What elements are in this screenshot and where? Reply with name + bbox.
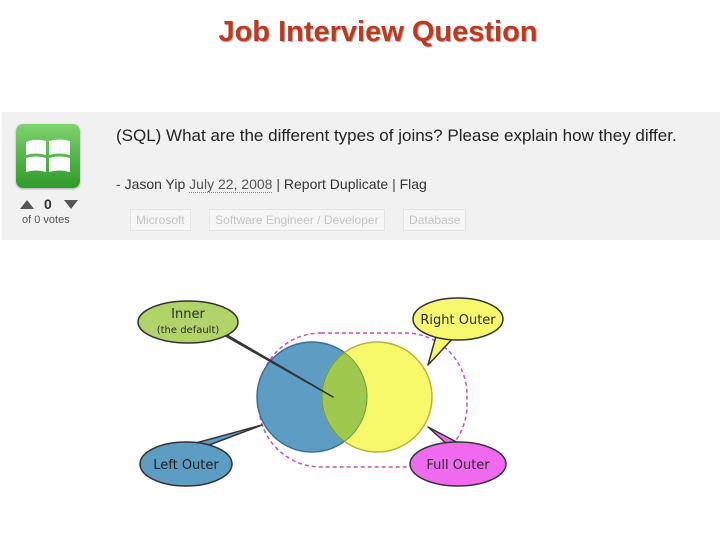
upvote-arrow-icon[interactable] [20, 200, 34, 209]
post-date: July 22, 2008 [189, 176, 273, 193]
flag-link[interactable]: Flag [400, 176, 427, 192]
vote-summary: of 0 votes [22, 214, 70, 226]
vote-count: 0 [44, 196, 52, 212]
windows-logo-icon [16, 124, 80, 188]
inner-label: Inner [171, 307, 205, 322]
tag-microsoft[interactable]: Microsoft [130, 209, 191, 231]
slide-title: Job Interview Question [218, 16, 538, 48]
tag-database[interactable]: Database [403, 209, 467, 231]
question-meta: - Jason Yip July 22, 2008 | Report Dupli… [116, 176, 427, 193]
vote-widget: 0 [20, 196, 80, 214]
question-card: 0 of 0 votes (SQL) What are the differen… [2, 112, 720, 240]
report-duplicate-link[interactable]: Report Duplicate [284, 176, 388, 192]
question-title[interactable]: (SQL) What are the different types of jo… [116, 126, 677, 146]
tag-list: Microsoft Software Engineer / Developer … [130, 209, 480, 231]
meta-prefix: - [116, 176, 125, 192]
sql-joins-venn-diagram: Inner (the default) Right Outer Left Out… [137, 297, 507, 487]
inner-sub-label: (the default) [157, 325, 220, 336]
tag-software-engineer[interactable]: Software Engineer / Developer [209, 209, 385, 231]
right-outer-label: Right Outer [420, 313, 496, 328]
meta-separator: | [276, 176, 280, 192]
left-outer-label: Left Outer [153, 458, 219, 473]
meta-separator: | [392, 176, 396, 192]
downvote-arrow-icon[interactable] [64, 200, 78, 209]
author-link[interactable]: Jason Yip [125, 176, 186, 192]
full-outer-label: Full Outer [426, 458, 490, 473]
